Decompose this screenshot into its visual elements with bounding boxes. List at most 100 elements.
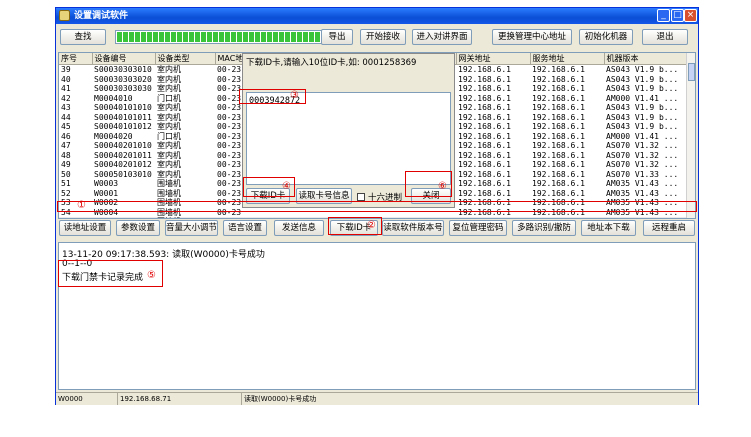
dialog-prompt: 下载ID卡,请输入10位ID卡,如: 0001258369 — [246, 58, 417, 68]
table-cell: 192.168.6.1 — [530, 217, 604, 218]
table-cell: W0001 — [94, 188, 119, 198]
table-cell: 192.168.6.1 — [532, 188, 585, 198]
title-bar[interactable]: 设置调试软件 _ □ × — [56, 8, 698, 24]
table-cell: 00-23-80-66-73-66 — [215, 217, 304, 218]
table-cell: S00050103010 — [94, 169, 152, 179]
table-cell: 192.168.6.1 — [458, 93, 511, 103]
annotation-marker-1: ① — [77, 200, 86, 211]
column-header[interactable]: 设备类型 — [155, 53, 216, 65]
table-cell: 192.168.6.1 — [458, 103, 511, 112]
table-cell: 室内机 — [157, 74, 181, 84]
start-receive-button[interactable]: 开始接收 — [360, 29, 406, 45]
search-button[interactable]: 查找 — [60, 29, 106, 45]
table-cell: 44 — [61, 112, 71, 122]
table-cell: 192.168.6.1 — [458, 179, 511, 188]
column-header[interactable]: 机器版本 — [604, 53, 689, 65]
table-cell: 围墙机 — [155, 217, 215, 218]
table-cell: AS043 V1.9 b... — [606, 103, 679, 112]
table-cell: 192.168.6.1 — [458, 112, 511, 122]
column-header[interactable]: 序号 — [59, 53, 93, 65]
table-cell: AS070 V1.32 ... — [606, 160, 679, 169]
annotation-marker-4: ④ — [282, 181, 291, 192]
table-cell: 48 — [61, 150, 71, 160]
table-cell: S00040101010 — [94, 103, 152, 112]
table-cell: 255.255.255.0 — [380, 217, 456, 218]
remote-restart-button[interactable]: 远程重启 — [643, 220, 695, 236]
table-scrollbar[interactable] — [686, 53, 695, 218]
table-cell: 46 — [61, 131, 71, 141]
table-cell: S00040201011 — [94, 150, 152, 160]
annotation-marker-6: ⑥ — [438, 181, 447, 192]
table-cell: AM000 V1.41 ... — [606, 131, 679, 141]
table-cell: 49 — [61, 160, 71, 169]
table-cell: 41 — [61, 84, 71, 93]
intercom-button[interactable]: 进入对讲界面 — [412, 29, 472, 45]
column-header[interactable]: 网关地址 — [456, 53, 531, 65]
status-message: 读取(W0000)卡号成功 — [244, 395, 317, 403]
hex-checkbox[interactable] — [357, 193, 365, 201]
table-cell: 51 — [61, 179, 71, 188]
log-line: 13-11-20 09:17:38.593: 读取(W0000)卡号成功 — [62, 250, 265, 260]
export-button[interactable]: 导出 — [321, 29, 353, 45]
table-cell: AS043 V1.9 b... — [606, 122, 679, 131]
table-cell: 192.168.6.1 — [458, 141, 511, 150]
table-cell: 45 — [61, 122, 71, 131]
arm-disarm-button[interactable]: 多路识别/撤防 — [512, 220, 576, 236]
table-cell: 192.168.6.1 — [458, 150, 511, 160]
language-button[interactable]: 语言设置 — [223, 220, 267, 236]
table-cell: 门口机 — [157, 131, 181, 141]
exit-button[interactable]: 退出 — [642, 29, 688, 45]
table-cell: 192.168.6.1 — [458, 65, 511, 74]
table-cell: 192.168.6.1 — [458, 74, 511, 84]
table-cell: 192.168.6.1 — [458, 122, 511, 131]
init-machine-button[interactable]: 初始化机器 — [579, 29, 633, 45]
scroll-thumb[interactable] — [688, 63, 695, 81]
table-cell: 40 — [61, 74, 71, 84]
address-book-button[interactable]: 地址本下载 — [581, 220, 636, 236]
annotation-selected-row — [57, 201, 697, 212]
close-window-button[interactable]: × — [684, 9, 697, 22]
table-cell: S00040101011 — [94, 112, 152, 122]
table-cell: 192.168.6.1 — [532, 93, 585, 103]
table-cell: 192.168.6.1 — [532, 150, 585, 160]
table-cell: AS043 V1.9 b... — [606, 65, 679, 74]
minimize-button[interactable]: _ — [657, 9, 670, 22]
change-center-button[interactable]: 更换管理中心地址 — [492, 29, 572, 45]
table-cell: 192.168.6.1 — [456, 217, 530, 218]
table-cell: W0003 — [94, 179, 119, 188]
read-version-button[interactable]: 读取软件版本号 — [382, 220, 444, 236]
table-cell: 192.168.6.1 — [532, 84, 585, 93]
table-cell: AM000 V1.41 ... — [606, 93, 679, 103]
table-cell: 门口机 — [157, 93, 181, 103]
param-settings-button[interactable]: 参数设置 — [116, 220, 160, 236]
table-cell: AM035 V1.41 ... — [604, 217, 688, 218]
table-cell: 192.168.6.1 — [532, 169, 585, 179]
table-cell: 192.168.6.1 — [532, 179, 585, 188]
table-cell: AS070 V1.32 ... — [606, 141, 679, 150]
send-info-button[interactable]: 发送信息 — [274, 220, 324, 236]
table-cell: AS043 V1.9 b... — [606, 84, 679, 93]
column-header[interactable]: 设备编号 — [92, 53, 156, 65]
window-title: 设置调试软件 — [74, 11, 129, 21]
table-cell: 192.168.6.1 — [532, 112, 585, 122]
table-cell: AS043 V1.9 b... — [606, 112, 679, 122]
column-header[interactable]: 服务地址 — [530, 53, 605, 65]
reset-password-button[interactable]: 复位管理密码 — [449, 220, 507, 236]
table-cell: S00030303010 — [94, 65, 152, 74]
table-cell: 192.168.6.1 — [458, 131, 511, 141]
table-cell: M0004010 — [94, 93, 133, 103]
table-cell: 192.168.6.1 — [532, 103, 585, 112]
table-cell: 50 — [61, 169, 71, 179]
volume-button[interactable]: 音量大小调节 — [165, 220, 218, 236]
table-cell: 室内机 — [157, 160, 181, 169]
table-cell: 室内机 — [157, 84, 181, 93]
status-bar: W0000 192.168.68.71 读取(W0000)卡号成功 — [56, 392, 698, 405]
table-cell: M0004020 — [94, 131, 133, 141]
table-cell: 47 — [61, 141, 71, 150]
table-cell: 192.168.6.1 — [532, 160, 585, 169]
maximize-button[interactable]: □ — [671, 9, 684, 22]
table-cell: 192.168.6.1 — [458, 160, 511, 169]
table-cell: W0000 — [92, 217, 155, 218]
table-cell: 42 — [61, 93, 71, 103]
read-address-button[interactable]: 读地址设置 — [59, 220, 111, 236]
